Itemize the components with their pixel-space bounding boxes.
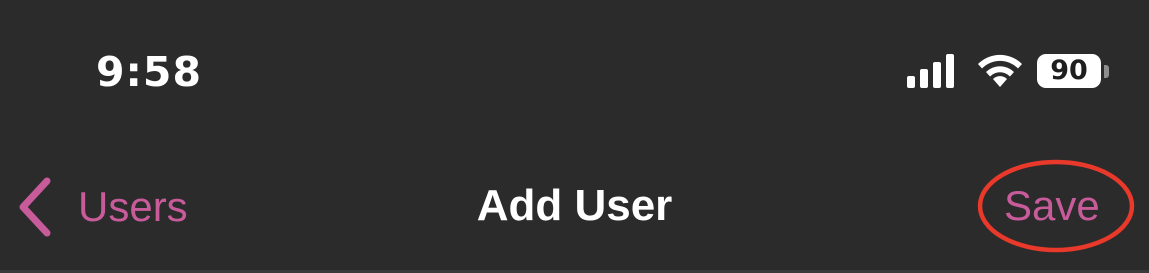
status-bar: 9:58 90 bbox=[0, 0, 1149, 140]
status-time: 9:58 bbox=[96, 48, 202, 96]
status-icons: 90 bbox=[907, 50, 1109, 92]
save-button[interactable]: Save bbox=[1004, 180, 1100, 232]
navigation-bar: Users Add User Save bbox=[0, 140, 1149, 271]
battery-cap bbox=[1104, 64, 1109, 78]
phone-screen: 9:58 90 Users Add User Save bbox=[0, 0, 1149, 273]
battery-body: 90 bbox=[1037, 54, 1101, 88]
page-title: Add User bbox=[476, 181, 673, 230]
battery-level: 90 bbox=[1050, 55, 1088, 86]
wifi-icon bbox=[978, 54, 1022, 87]
battery-icon: 90 bbox=[1037, 53, 1109, 89]
cellular-signal-icon bbox=[907, 54, 954, 88]
